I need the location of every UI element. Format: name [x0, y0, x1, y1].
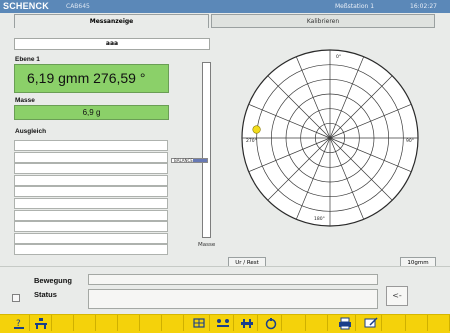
status-field	[88, 289, 378, 309]
ausgleich-row	[14, 163, 168, 175]
machine-model: CAB645	[66, 3, 90, 10]
help-button[interactable]: ?	[8, 315, 30, 331]
toolbar-slot-3[interactable]	[52, 315, 74, 331]
clock: 16:02:27	[410, 3, 437, 10]
toolbar-slot-5[interactable]	[96, 315, 118, 331]
part-id-value: aaa	[105, 40, 119, 47]
help-icon: ?	[14, 319, 24, 329]
toolbar-slot-17[interactable]	[384, 315, 406, 331]
ausgleich-label: Ausgleich	[15, 128, 47, 135]
rotor-icon	[241, 319, 253, 328]
unbalance-point	[252, 125, 261, 134]
tree-icon	[35, 318, 47, 329]
toolbar-slot-19[interactable]	[428, 315, 450, 331]
station-name: Meßstation 1	[335, 3, 375, 10]
polar-angle-label: 90°	[406, 138, 414, 144]
bewegung-field	[88, 274, 378, 285]
marker-label: BALANCE	[174, 157, 193, 163]
polar-plot: 0° 90° 180° 270°	[241, 49, 419, 227]
ebene-value-display: 6,19 gmm 276,59 °	[14, 64, 169, 93]
ausgleich-row	[14, 232, 168, 244]
print-button[interactable]	[334, 315, 356, 331]
ausgleich-row	[14, 174, 168, 186]
part-id-field[interactable]: aaa	[14, 38, 210, 50]
weight-icon	[265, 318, 277, 330]
edit-button[interactable]	[360, 315, 382, 331]
balance-icon	[217, 319, 229, 327]
polar-angle-label: 0°	[336, 54, 341, 60]
ausgleich-row	[14, 244, 168, 256]
toolbar-slot-14[interactable]	[306, 315, 328, 331]
toolbar-slot-13[interactable]	[284, 315, 306, 331]
ausgleich-row	[14, 151, 168, 163]
edit-icon	[364, 317, 378, 328]
ebene-value: 6,19 gmm 276,59 °	[27, 70, 146, 86]
masse-slider-track[interactable]	[202, 62, 211, 238]
back-arrow-button[interactable]: <-	[386, 286, 408, 306]
app-logo: SCHENCK	[3, 1, 49, 11]
weight-button[interactable]	[260, 315, 282, 331]
toolbar-slot-18[interactable]	[406, 315, 428, 331]
ausgleich-row	[14, 209, 168, 221]
toolbar-slot-4[interactable]	[74, 315, 96, 331]
status-label: Status	[34, 290, 57, 299]
ausgleich-row	[14, 221, 168, 233]
polar-angle-label: 180°	[314, 216, 325, 222]
bewegung-label: Bewegung	[34, 276, 72, 285]
tree-button[interactable]	[30, 315, 52, 331]
ausgleich-row	[14, 186, 168, 198]
toolbar-slot-7[interactable]	[140, 315, 162, 331]
masse-value-display: 6,9 g	[14, 105, 169, 120]
tab-messanzeige[interactable]: Messanzeige	[14, 14, 209, 28]
balance-button[interactable]	[212, 315, 234, 331]
ausgleich-row	[14, 198, 168, 209]
status-checkbox[interactable]	[12, 294, 20, 302]
grid-icon	[193, 318, 205, 328]
masse-label: Masse	[15, 97, 35, 104]
tab-kalibrieren[interactable]: Kalibrieren	[211, 14, 435, 28]
rotor-button[interactable]	[236, 315, 258, 331]
toolbar-slot-6[interactable]	[118, 315, 140, 331]
masse-value: 6,9 g	[82, 108, 101, 117]
ebene-label: Ebene 1	[15, 56, 40, 63]
title-bar: SCHENCK CAB645 Meßstation 1 16:02:27	[0, 0, 450, 13]
masse-slider-marker[interactable]: BALANCE	[171, 157, 208, 163]
print-icon	[339, 317, 351, 330]
marker-fill	[193, 158, 207, 162]
polar-angle-label: 270°	[246, 138, 257, 144]
toolbar-slot-8[interactable]	[162, 315, 184, 331]
grid-button[interactable]	[188, 315, 210, 331]
slider-label: Masse	[198, 242, 216, 248]
ausgleich-row	[14, 140, 168, 151]
